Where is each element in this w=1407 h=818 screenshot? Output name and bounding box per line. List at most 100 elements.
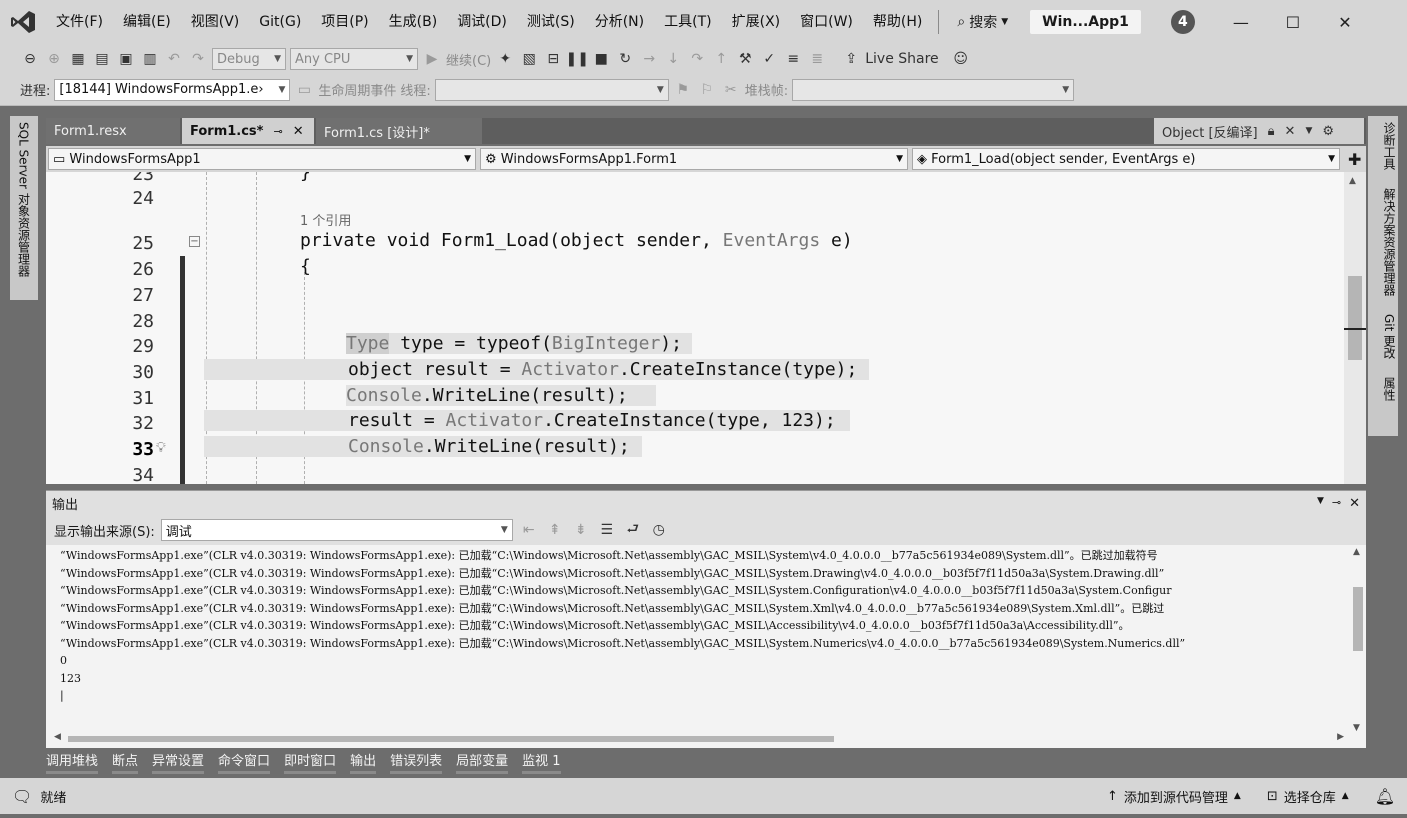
class-select[interactable]: ⚙ WindowsFormsApp1.Form1 ▼ <box>480 148 908 170</box>
close-icon[interactable]: ✕ <box>293 124 304 139</box>
filter-icon[interactable]: ✂ <box>721 80 741 100</box>
codelens-references[interactable]: 1 个引用 <box>300 210 351 229</box>
previous-message-icon[interactable]: ⇞ <box>545 520 565 540</box>
menu-file[interactable]: 文件(F) <box>46 0 113 44</box>
chevron-down-icon[interactable]: ▼ <box>1317 496 1324 511</box>
notifications-icon[interactable]: 🔔︎ <box>1375 787 1395 806</box>
diagnostics-tools-tab[interactable]: 诊断工具 <box>1381 122 1398 170</box>
add-to-source-control-button[interactable]: ↑ 添加到源代码管理 ▲ <box>1107 787 1241 806</box>
member-select[interactable]: ◈ Form1_Load(object sender, EventArgs e)… <box>912 148 1340 170</box>
tab-form1-resx[interactable]: Form1.resx <box>46 118 180 144</box>
forward-icon[interactable]: ⊕ <box>44 49 64 69</box>
output-horizontal-scrollbar[interactable]: ◀ ▶ <box>54 732 1344 744</box>
close-button[interactable]: ✕ <box>1319 0 1371 44</box>
tab-exception-settings[interactable]: 异常设置 <box>152 750 205 774</box>
uncomment-icon[interactable]: ≣ <box>807 49 827 69</box>
search-box[interactable]: ⌕ 搜索 ▼ <box>945 12 1020 32</box>
output-vertical-scrollbar[interactable]: ▲ ▼ <box>1350 547 1366 733</box>
redo-icon[interactable]: ↷ <box>188 49 208 69</box>
comment-icon[interactable]: ≡ <box>783 49 803 69</box>
word-wrap-icon[interactable]: ⮐ <box>623 520 643 540</box>
step-over-icon[interactable]: ↷ <box>687 49 707 69</box>
spell-check-icon[interactable]: ✓ <box>759 49 779 69</box>
tab-form1-cs[interactable]: Form1.cs* ⊸ ✕ <box>182 118 314 144</box>
output-text[interactable]: “WindowsFormsApp1.exe”(CLR v4.0.30319: W… <box>60 547 1350 705</box>
restart-icon[interactable]: ↻ <box>615 49 635 69</box>
tab-object-decompiled[interactable]: Object [反编译] 🔒︎ ✕ ▼ ⚙ <box>1154 118 1364 144</box>
step-into-icon[interactable]: ↓ <box>663 49 683 69</box>
tab-call-stack[interactable]: 调用堆栈 <box>46 750 99 774</box>
menu-debug[interactable]: 调试(D) <box>447 0 517 44</box>
stackframe-select[interactable]: ▼ <box>792 78 1075 101</box>
feedback-icon[interactable]: ☺ <box>951 49 971 69</box>
clear-all-icon[interactable]: ☰ <box>597 520 617 540</box>
step-icon[interactable]: → <box>639 49 659 69</box>
new-project-icon[interactable]: ▦ <box>68 49 88 69</box>
lightbulb-icon[interactable]: 💡︎ <box>156 440 166 456</box>
clock-icon[interactable]: ◷ <box>649 520 669 540</box>
menu-test[interactable]: 测试(S) <box>517 0 585 44</box>
configuration-select[interactable]: Debug ▼ <box>212 48 286 70</box>
layout-icon[interactable]: ⊟ <box>543 49 563 69</box>
pause-icon[interactable]: ❚❚ <box>566 49 589 69</box>
tab-command-window[interactable]: 命令窗口 <box>218 750 271 774</box>
back-icon[interactable]: ⊖ <box>20 49 40 69</box>
find-message-icon[interactable]: ⇤ <box>519 520 539 540</box>
menu-help[interactable]: 帮助(H) <box>863 0 932 44</box>
next-message-icon[interactable]: ⇟ <box>571 520 591 540</box>
continue-button[interactable]: 继续(C) <box>446 50 491 69</box>
tab-immediate-window[interactable]: 即时窗口 <box>284 750 337 774</box>
code-editor[interactable]: 23 24 25 26 27 28 29 30 31 32 33 34 💡︎ −… <box>46 172 1366 484</box>
tab-error-list[interactable]: 错误列表 <box>390 750 443 774</box>
menu-tools[interactable]: 工具(T) <box>654 0 721 44</box>
solution-explorer-tab[interactable]: 解决方案资源管理器 <box>1381 188 1398 296</box>
thread-select[interactable]: ▼ <box>434 78 669 101</box>
tab-form1-designer[interactable]: Form1.cs [设计]* <box>316 118 482 144</box>
git-changes-tab[interactable]: Git 更改 <box>1381 314 1398 359</box>
notification-badge[interactable]: 4 <box>1170 10 1195 34</box>
open-icon[interactable]: ▤ <box>92 49 112 69</box>
menu-project[interactable]: 项目(P) <box>311 0 378 44</box>
fire-icon[interactable]: ✦ <box>495 49 515 69</box>
split-icon[interactable]: ✚ <box>1348 150 1361 169</box>
project-select[interactable]: ▭ WindowsFormsApp1 ▼ <box>48 148 476 170</box>
lifecycle-events-button[interactable]: 生命周期事件 <box>318 80 396 99</box>
save-icon[interactable]: ▣ <box>116 49 136 69</box>
live-share-button[interactable]: Live Share <box>865 51 938 67</box>
pin-icon[interactable]: ⊸ <box>1332 496 1341 511</box>
chevron-down-icon[interactable]: ▼ <box>1305 126 1312 136</box>
menu-build[interactable]: 生成(B) <box>379 0 448 44</box>
tab-locals[interactable]: 局部变量 <box>456 750 509 774</box>
properties-tab[interactable]: 属性 <box>1381 377 1398 401</box>
flag-threads-icon[interactable]: ⚐ <box>697 80 717 100</box>
editor-scrollbar[interactable]: ▲ <box>1344 172 1366 484</box>
tab-watch-1[interactable]: 监视 1 <box>522 750 561 774</box>
visual-studio-logo-icon[interactable] <box>0 0 46 44</box>
close-icon[interactable]: ✕ <box>1349 496 1360 511</box>
tab-breakpoints[interactable]: 断点 <box>112 750 139 774</box>
step-out-icon[interactable]: ↑ <box>711 49 731 69</box>
stop-icon[interactable]: ■ <box>591 49 611 69</box>
platform-select[interactable]: Any CPU ▼ <box>290 48 418 70</box>
diagnostics-icon[interactable]: ⚒ <box>735 49 755 69</box>
play-icon[interactable]: ▶ <box>422 49 442 69</box>
undo-icon[interactable]: ↶ <box>164 49 184 69</box>
sql-server-object-explorer-tab[interactable]: SQL Server 对象资源管理器 <box>10 116 38 300</box>
maximize-button[interactable]: ☐ <box>1267 0 1319 44</box>
save-all-icon[interactable]: ▥ <box>140 49 160 69</box>
collapse-icon[interactable]: − <box>189 236 200 247</box>
pin-icon[interactable]: ⊸ <box>273 125 282 138</box>
minimize-button[interactable]: — <box>1215 0 1267 44</box>
flag-icon[interactable]: ⚑ <box>673 80 693 100</box>
live-share-icon[interactable]: ⇪ <box>841 49 861 69</box>
tab-output[interactable]: 输出 <box>350 750 377 774</box>
menu-view[interactable]: 视图(V) <box>181 0 250 44</box>
output-source-select[interactable]: 调试 ▼ <box>160 519 513 541</box>
menu-window[interactable]: 窗口(W) <box>790 0 863 44</box>
menu-analyze[interactable]: 分析(N) <box>585 0 654 44</box>
menu-edit[interactable]: 编辑(E) <box>113 0 181 44</box>
gear-icon[interactable]: ⚙ <box>1322 124 1334 139</box>
menu-git[interactable]: Git(G) <box>249 0 311 44</box>
browser-link-icon[interactable]: ▧ <box>519 49 539 69</box>
close-icon[interactable]: ✕ <box>1285 124 1296 139</box>
